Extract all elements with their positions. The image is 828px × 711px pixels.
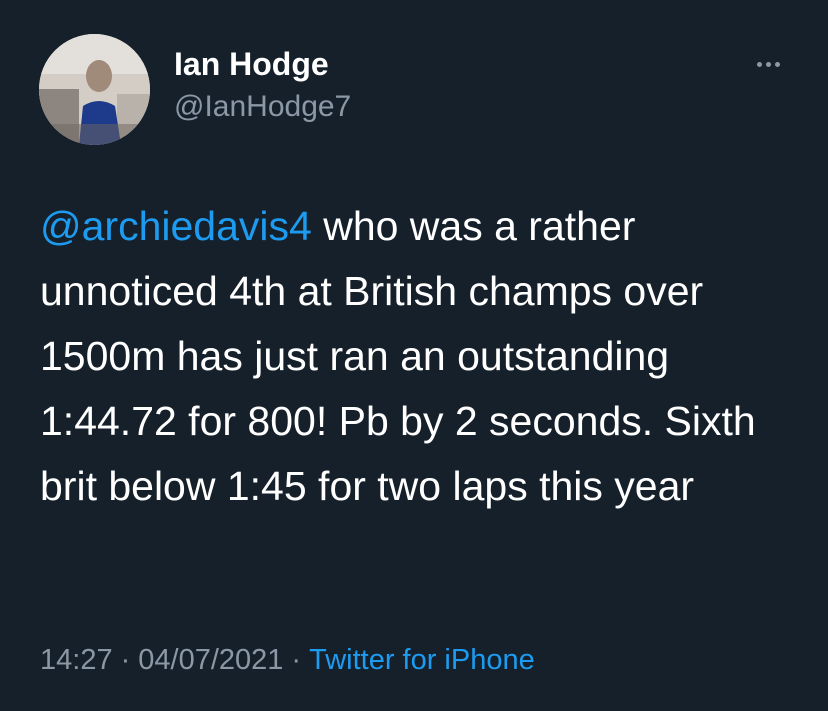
tweet-time[interactable]: 14:27 [40, 644, 113, 676]
more-dot [774, 61, 780, 67]
more-options-icon[interactable] [748, 50, 788, 78]
more-dot [756, 61, 762, 67]
author-handle[interactable]: @IanHodge7 [174, 88, 351, 126]
tweet-meta: 14:27 · 04/07/2021 · Twitter for iPhone [40, 640, 535, 680]
tweet-source-link[interactable]: Twitter for iPhone [309, 644, 535, 676]
more-dot [765, 61, 771, 67]
tweet-text: @archiedavis4 who was a rather unnoticed… [40, 194, 810, 519]
tweet-card: Ian Hodge @IanHodge7 @archiedavis4 who w… [0, 0, 828, 711]
author-display-name[interactable]: Ian Hodge [174, 44, 329, 84]
meta-separator: · [120, 644, 131, 676]
avatar-image [39, 34, 150, 145]
tweet-date[interactable]: 04/07/2021 [138, 644, 283, 676]
meta-separator: · [291, 644, 302, 676]
mention-link[interactable]: @archiedavis4 [40, 203, 312, 249]
avatar[interactable] [39, 34, 150, 145]
